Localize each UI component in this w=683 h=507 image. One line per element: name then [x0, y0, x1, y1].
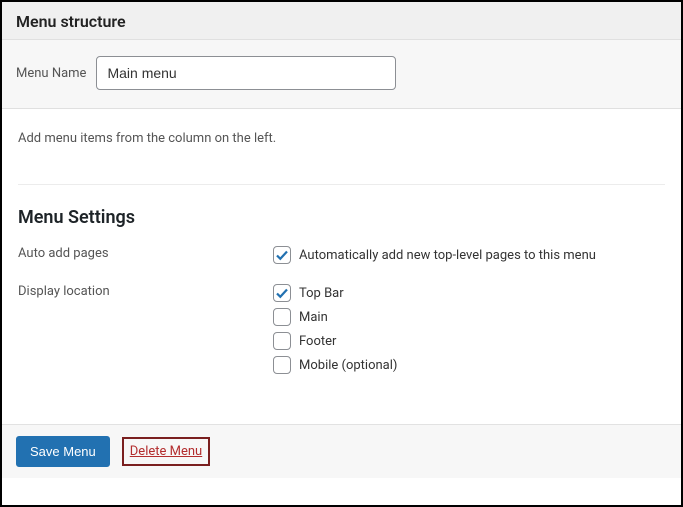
location-option-main[interactable]: Main	[273, 308, 665, 326]
panel-body: Add menu items from the column on the le…	[2, 109, 681, 424]
location-option-mobile[interactable]: Mobile (optional)	[273, 356, 665, 374]
location-checkbox-top-bar[interactable]	[273, 284, 291, 302]
location-option-footer[interactable]: Footer	[273, 332, 665, 350]
delete-menu-highlight: Delete Menu	[122, 437, 210, 466]
location-option-top-bar[interactable]: Top Bar	[273, 284, 665, 302]
display-location-row: Display location Top Bar Main Footer	[18, 284, 665, 380]
display-location-label: Display location	[18, 284, 273, 299]
delete-menu-link[interactable]: Delete Menu	[130, 444, 202, 459]
auto-add-checkbox[interactable]	[273, 246, 291, 264]
panel-header: Menu structure	[2, 2, 681, 40]
panel-footer: Save Menu Delete Menu	[2, 424, 681, 478]
location-checkbox-mobile[interactable]	[273, 356, 291, 374]
panel-title: Menu structure	[16, 12, 667, 31]
auto-add-option[interactable]: Automatically add new top-level pages to…	[273, 246, 665, 264]
menu-name-input[interactable]	[96, 56, 396, 90]
instruction-text: Add menu items from the column on the le…	[18, 131, 665, 146]
auto-add-option-label: Automatically add new top-level pages to…	[299, 248, 596, 263]
auto-add-row: Auto add pages Automatically add new top…	[18, 246, 665, 270]
location-option-label: Footer	[299, 334, 336, 349]
location-checkbox-footer[interactable]	[273, 332, 291, 350]
location-option-label: Top Bar	[299, 286, 344, 301]
menu-name-section: Menu Name	[2, 40, 681, 109]
auto-add-label: Auto add pages	[18, 246, 273, 261]
location-option-label: Mobile (optional)	[299, 358, 397, 373]
check-icon	[274, 247, 290, 263]
menu-settings-title: Menu Settings	[18, 207, 665, 228]
divider	[18, 184, 665, 185]
location-option-label: Main	[299, 310, 328, 325]
menu-name-label: Menu Name	[16, 66, 86, 81]
location-checkbox-main[interactable]	[273, 308, 291, 326]
save-menu-button[interactable]: Save Menu	[16, 436, 110, 467]
check-icon	[274, 285, 290, 301]
